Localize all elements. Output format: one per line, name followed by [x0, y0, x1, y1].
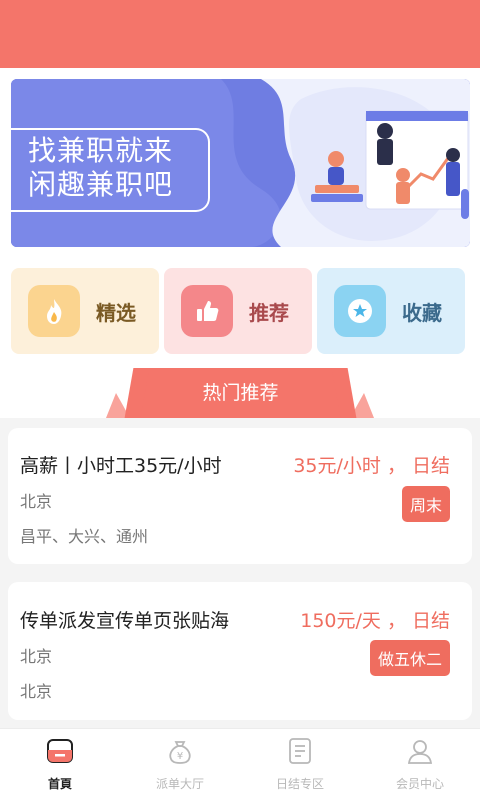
flame-icon [28, 285, 80, 337]
tab-label: 会员中心 [395, 777, 444, 791]
job-tag-badge: 做五休二 [369, 640, 450, 676]
job-city: 北京 [20, 492, 53, 511]
tab-label: 首頁 [47, 777, 72, 791]
quick-action-label: 精选 [96, 300, 136, 325]
quick-action-label: 收藏 [402, 300, 442, 325]
tab-daily-pay[interactable]: 日结专区 [240, 729, 360, 800]
section-title-hot-recommend: 热门推荐 [137, 368, 344, 418]
job-title: 传单派发宣传单页张贴海 [20, 610, 230, 632]
thumbs-up-icon [181, 285, 233, 337]
job-salary: 35元/小时 ， 日结 [293, 455, 450, 477]
tab-label: 日结专区 [275, 777, 324, 791]
svg-text:¥: ¥ [177, 751, 183, 762]
user-icon [407, 740, 433, 764]
job-city: 北京 [20, 647, 53, 666]
job-tag-badge: 周末 [401, 486, 450, 522]
banner-slogan-line1: 找兼职就来 [28, 134, 174, 167]
home-icon [47, 739, 73, 763]
document-icon [289, 738, 311, 764]
quick-action-favorites[interactable]: 收藏 [317, 268, 465, 354]
banner-slogan-line2: 闲趣兼职吧 [28, 168, 174, 201]
job-salary: 150元/天 ， 日结 [300, 610, 450, 632]
job-area: 昌平、大兴、通州 [20, 527, 149, 546]
tab-label: 派单大厅 [155, 777, 204, 791]
tab-dispatch-hall[interactable]: ¥ 派单大厅 [120, 729, 240, 800]
quick-action-featured[interactable]: 精选 [11, 268, 159, 354]
job-card[interactable]: 传单派发宣传单页张贴海 150元/天 ， 日结 北京 做五休二 北京 [8, 582, 472, 720]
job-card[interactable]: 高薪丨小时工35元/小时 35元/小时 ， 日结 北京 周末 昌平、大兴、通州 [8, 428, 472, 564]
tab-member-center[interactable]: 会员中心 [360, 729, 480, 800]
section-title-text: 热门推荐 [202, 382, 279, 404]
quick-action-label: 推荐 [249, 300, 289, 325]
job-title: 高薪丨小时工35元/小时 [20, 455, 222, 477]
star-icon [334, 285, 386, 337]
tab-home[interactable]: 首頁 [0, 729, 120, 800]
status-header-bar [0, 0, 480, 68]
job-area: 北京 [20, 682, 53, 701]
banner-slogan-box: 找兼职就来 闲趣兼职吧 [8, 128, 210, 212]
money-bag-icon: ¥ [169, 741, 191, 764]
bottom-tab-bar: 首頁 ¥ 派单大厅 日结专区 会员中心 [0, 728, 480, 800]
quick-action-recommend[interactable]: 推荐 [164, 268, 312, 354]
